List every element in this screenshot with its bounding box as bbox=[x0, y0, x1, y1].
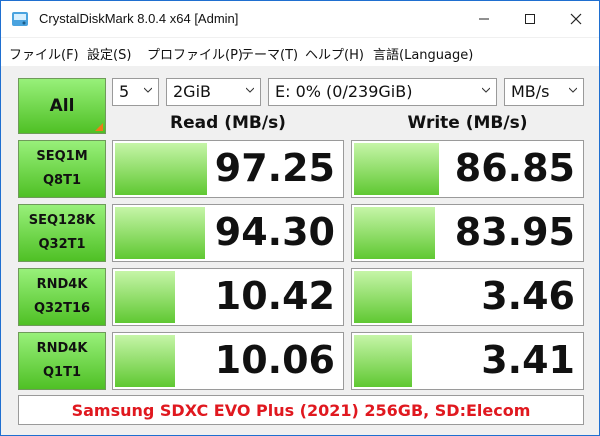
read-result-seq1m: 97.25 bbox=[112, 140, 344, 198]
close-icon bbox=[570, 13, 582, 25]
menu-settings[interactable]: 設定(S) bbox=[87, 44, 131, 63]
write-value: 3.41 bbox=[481, 338, 575, 382]
read-header: Read (MB/s) bbox=[170, 113, 286, 133]
write-header: Write (MB/s) bbox=[407, 113, 528, 133]
write-bar bbox=[354, 143, 440, 195]
read-bar bbox=[115, 207, 205, 259]
test-button-rnd4k-q1t1[interactable]: RND4K Q1T1 bbox=[18, 332, 106, 390]
read-bar bbox=[115, 271, 175, 323]
app-window: CrystalDiskMark 8.0.4 x64 [Admin] ファイル(F… bbox=[0, 0, 600, 436]
chevron-down-icon bbox=[569, 87, 577, 93]
test-label-line2: Q1T1 bbox=[42, 365, 81, 380]
drive-select[interactable]: E: 0% (0/239GiB) bbox=[268, 78, 497, 106]
write-bar bbox=[354, 207, 435, 259]
read-value: 94.30 bbox=[214, 210, 335, 254]
close-button[interactable] bbox=[553, 1, 599, 37]
read-value: 10.42 bbox=[214, 274, 335, 318]
menu-profile[interactable]: プロファイル(P) bbox=[147, 44, 243, 63]
all-button[interactable]: All bbox=[18, 78, 106, 134]
chevron-down-icon bbox=[482, 87, 490, 93]
test-label-line1: SEQ128K bbox=[28, 213, 96, 228]
read-result-seq128k: 94.30 bbox=[112, 204, 344, 262]
count-value: 5 bbox=[119, 82, 130, 101]
test-label-line1: SEQ1M bbox=[36, 149, 88, 164]
count-select[interactable]: 5 bbox=[112, 78, 159, 106]
read-value: 10.06 bbox=[214, 338, 335, 382]
test-button-seq128k-q32t1[interactable]: SEQ128K Q32T1 bbox=[18, 204, 106, 262]
maximize-icon bbox=[525, 14, 535, 24]
test-label-line2: Q32T1 bbox=[38, 237, 86, 252]
write-result-rnd4k-q1t1: 3.41 bbox=[351, 332, 584, 390]
write-bar bbox=[354, 271, 412, 323]
read-bar bbox=[115, 335, 175, 387]
app-disk-icon bbox=[12, 12, 28, 26]
title-bar[interactable]: CrystalDiskMark 8.0.4 x64 [Admin] bbox=[1, 1, 599, 37]
read-value: 97.25 bbox=[214, 146, 335, 190]
drive-value: E: 0% (0/239GiB) bbox=[275, 82, 413, 101]
size-select[interactable]: 2GiB bbox=[166, 78, 261, 106]
device-comment[interactable]: Samsung SDXC EVO Plus (2021) 256GB, SD:E… bbox=[18, 395, 584, 425]
write-value: 86.85 bbox=[454, 146, 575, 190]
unit-select[interactable]: MB/s bbox=[504, 78, 584, 106]
all-button-label: All bbox=[49, 96, 75, 116]
unit-value: MB/s bbox=[511, 82, 550, 101]
test-button-seq1m-q8t1[interactable]: SEQ1M Q8T1 bbox=[18, 140, 106, 198]
write-value: 83.95 bbox=[454, 210, 575, 254]
write-result-seq128k: 83.95 bbox=[351, 204, 584, 262]
menu-help[interactable]: ヘルプ(H) bbox=[305, 44, 364, 63]
menu-language[interactable]: 言語(Language) bbox=[373, 44, 473, 63]
size-value: 2GiB bbox=[173, 82, 211, 101]
test-label-line1: RND4K bbox=[36, 341, 88, 356]
write-result-seq1m: 86.85 bbox=[351, 140, 584, 198]
write-result-rnd4k-q32t16: 3.46 bbox=[351, 268, 584, 326]
read-result-rnd4k-q1t1: 10.06 bbox=[112, 332, 344, 390]
maximize-button[interactable] bbox=[507, 1, 553, 37]
write-bar bbox=[354, 335, 412, 387]
device-comment-text: Samsung SDXC EVO Plus (2021) 256GB, SD:E… bbox=[71, 400, 531, 420]
read-bar bbox=[115, 143, 207, 195]
menu-bar: ファイル(F) 設定(S) プロファイル(P) テーマ(T) ヘルプ(H) 言語… bbox=[1, 38, 599, 66]
write-value: 3.46 bbox=[481, 274, 575, 318]
menu-theme[interactable]: テーマ(T) bbox=[241, 44, 298, 63]
minimize-button[interactable] bbox=[461, 1, 507, 37]
test-label-line1: RND4K bbox=[36, 277, 88, 292]
test-label-line2: Q8T1 bbox=[42, 173, 81, 188]
all-corner-marker bbox=[95, 123, 103, 131]
menu-file[interactable]: ファイル(F) bbox=[9, 44, 79, 63]
minimize-icon bbox=[479, 18, 489, 20]
test-label-line2: Q32T16 bbox=[33, 301, 91, 316]
read-result-rnd4k-q32t16: 10.42 bbox=[112, 268, 344, 326]
window-title: CrystalDiskMark 8.0.4 x64 [Admin] bbox=[39, 11, 239, 26]
chevron-down-icon bbox=[246, 87, 254, 93]
test-button-rnd4k-q32t16[interactable]: RND4K Q32T16 bbox=[18, 268, 106, 326]
chevron-down-icon bbox=[144, 87, 152, 93]
